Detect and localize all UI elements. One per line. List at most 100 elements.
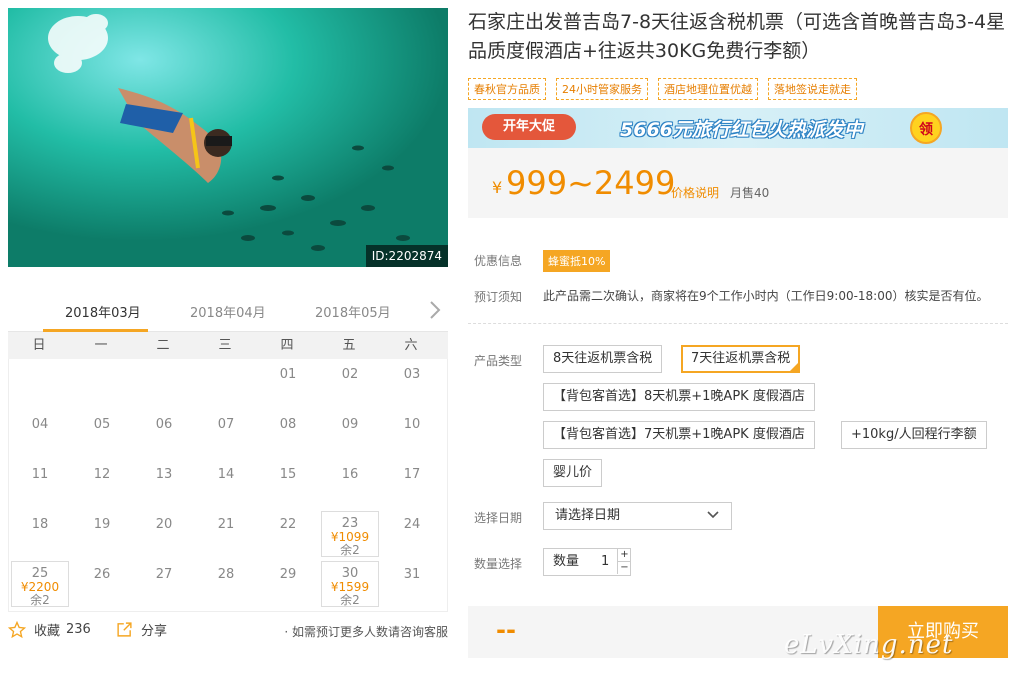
calendar-day[interactable]: 07 xyxy=(197,411,255,457)
weekday-wed: 三 xyxy=(218,338,232,353)
calendar-day-number: 04 xyxy=(31,417,49,432)
calendar-day[interactable]: 19 xyxy=(73,511,131,557)
calendar-day-number: 19 xyxy=(93,517,111,532)
calendar-day[interactable]: 05 xyxy=(73,411,131,457)
checkmark-icon: ✓ xyxy=(791,358,799,367)
calendar-day-number: 24 xyxy=(403,517,421,532)
promo-banner[interactable]: 开年大促 5666元旅行红包火热派发中 领 xyxy=(468,108,1008,148)
calendar-day-number: 01 xyxy=(279,367,297,382)
calendar-day[interactable]: 21 xyxy=(197,511,255,557)
calendar-day-remaining: 余2 xyxy=(340,543,360,557)
calendar-day[interactable]: 20 xyxy=(135,511,193,557)
chevron-right-icon[interactable] xyxy=(428,300,442,320)
calendar-day-available[interactable]: 30 ¥1599 余2 xyxy=(321,561,379,607)
calendar-grid: 01 02 03 04 05 06 07 08 09 10 11 12 13 14 15 16 17 18 19 20… xyxy=(8,359,448,612)
notice-label: 预订须知 xyxy=(474,290,523,304)
weekday-sat: 六 xyxy=(404,338,418,353)
product-photo: ID:2202874 xyxy=(8,8,448,267)
tab-month-2018-05[interactable]: 2018年05月 xyxy=(315,302,391,321)
share-icon xyxy=(117,622,132,637)
calendar-day[interactable]: 14 xyxy=(197,461,255,507)
calendar-day-number: 13 xyxy=(155,467,173,482)
calendar-day-number: 10 xyxy=(403,417,421,432)
calendar-day[interactable]: 18 xyxy=(11,511,69,557)
calendar-day[interactable]: 31 xyxy=(383,561,441,607)
weekday-mon: 一 xyxy=(94,338,108,353)
promo-banner-text: 5666元旅行红包火热派发中 xyxy=(620,119,863,141)
calendar-day-number: 14 xyxy=(217,467,235,482)
calendar-day-number: 05 xyxy=(93,417,111,432)
option-8day-flight-hotel[interactable]: 【背包客首选】8天机票+1晚APK 度假酒店 xyxy=(543,383,815,411)
weekday-sun: 日 xyxy=(32,338,46,353)
calendar-day-number: 09 xyxy=(341,417,359,432)
quantity-label: 数量选择 xyxy=(474,557,523,571)
favorite-button[interactable]: 收藏 236 xyxy=(8,620,91,639)
active-tab-indicator xyxy=(43,329,148,332)
option-7day-flight[interactable]: 7天往返机票含税 ✓ xyxy=(681,345,801,373)
calendar-day[interactable]: 09 xyxy=(321,411,379,457)
option-7day-flight-hotel[interactable]: 【背包客首选】7天机票+1晚APK 度假酒店 xyxy=(543,421,815,449)
chevron-down-icon xyxy=(707,511,719,519)
price-calendar: 2018年03月 2018年04月 2018年05月 日 一 二 三 四 五 六… xyxy=(8,290,448,612)
calendar-day[interactable]: 15 xyxy=(259,461,317,507)
tab-month-2018-03[interactable]: 2018年03月 xyxy=(65,302,141,321)
calendar-day-number: 15 xyxy=(279,467,297,482)
quantity-value[interactable]: 1 xyxy=(601,549,609,575)
calendar-day-number: 16 xyxy=(341,467,359,482)
promo-label: 优惠信息 xyxy=(474,254,523,268)
booking-notice: 此产品需二次确认，商家将在9个工作小时内（工作日9:00-18:00）核实是否有… xyxy=(543,289,989,303)
option-infant-price[interactable]: 婴儿价 xyxy=(543,459,603,487)
weekday-header: 日 一 二 三 四 五 六 xyxy=(8,332,448,359)
calendar-day[interactable]: 06 xyxy=(135,411,193,457)
calendar-day[interactable]: 28 xyxy=(197,561,255,607)
weekday-thu: 四 xyxy=(280,338,294,353)
price-note-link[interactable]: 价格说明 xyxy=(671,184,719,201)
calendar-day[interactable]: 01 xyxy=(259,361,317,407)
calendar-day[interactable]: 16 xyxy=(321,461,379,507)
tag-item: 酒店地理位置优越 xyxy=(658,78,758,100)
calendar-day-number: 21 xyxy=(217,517,235,532)
calendar-day-number: 07 xyxy=(217,417,235,432)
product-type-label: 产品类型 xyxy=(474,354,523,368)
monthly-sales: 月售40 xyxy=(730,186,770,200)
quantity-plus-button[interactable]: + xyxy=(617,549,631,562)
calendar-day[interactable]: 29 xyxy=(259,561,317,607)
calendar-day-number: 25 xyxy=(31,566,49,581)
calendar-day[interactable]: 11 xyxy=(11,461,69,507)
calendar-day[interactable]: 02 xyxy=(321,361,379,407)
calendar-day[interactable]: 27 xyxy=(135,561,193,607)
calendar-day-available[interactable]: 25 ¥2200 余2 xyxy=(11,561,69,607)
claim-coupon-icon[interactable]: 领 xyxy=(910,112,942,144)
calendar-day[interactable]: 17 xyxy=(383,461,441,507)
calendar-day[interactable]: 10 xyxy=(383,411,441,457)
calendar-day-number: 06 xyxy=(155,417,173,432)
option-extra-baggage[interactable]: +10kg/人回程行李额 xyxy=(841,421,987,449)
tab-month-2018-04[interactable]: 2018年04月 xyxy=(190,302,266,321)
quantity-minus-button[interactable]: − xyxy=(617,562,631,574)
calendar-day[interactable]: 26 xyxy=(73,561,131,607)
date-select[interactable]: 请选择日期 xyxy=(543,502,732,530)
option-label: 7天往返机票含税 xyxy=(691,351,791,366)
left-footer: 收藏 236 分享 · 如需预订更多人数请咨询客服 xyxy=(8,620,448,642)
calendar-day[interactable]: 24 xyxy=(383,511,441,557)
tag-item: 落地签说走就走 xyxy=(768,78,857,100)
weekday-fri: 五 xyxy=(342,338,356,353)
total-price: -- xyxy=(496,616,516,644)
favorite-label: 收藏 xyxy=(34,624,61,639)
calendar-day-number: 23 xyxy=(341,516,359,531)
calendar-day-number: 26 xyxy=(93,567,111,582)
contact-service-note: · 如需预订更多人数请咨询客服 xyxy=(284,625,448,639)
calendar-day-available[interactable]: 23 ¥1099 余2 xyxy=(321,511,379,557)
calendar-day-number: 30 xyxy=(341,566,359,581)
calendar-day[interactable]: 22 xyxy=(259,511,317,557)
option-8day-flight[interactable]: 8天往返机票含税 xyxy=(543,345,663,373)
tag-item: 春秋官方品质 xyxy=(468,78,546,100)
calendar-day[interactable]: 03 xyxy=(383,361,441,407)
calendar-day[interactable]: 08 xyxy=(259,411,317,457)
calendar-day[interactable]: 04 xyxy=(11,411,69,457)
calendar-day[interactable]: 12 xyxy=(73,461,131,507)
share-button[interactable]: 分享 xyxy=(116,620,167,639)
photo-id-label: ID:2202874 xyxy=(365,245,448,267)
calendar-day[interactable]: 13 xyxy=(135,461,193,507)
calendar-day-remaining: 余2 xyxy=(30,593,50,607)
